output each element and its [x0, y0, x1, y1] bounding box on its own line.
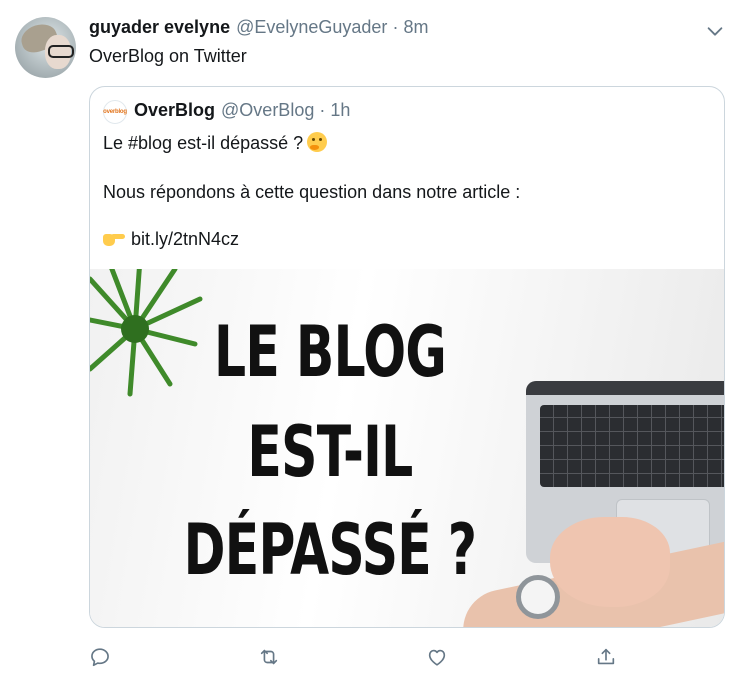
quoted-link[interactable]: bit.ly/2tnN4cz	[131, 229, 239, 249]
tweet-timestamp[interactable]: 8m	[403, 17, 428, 38]
author-name[interactable]: guyader evelyne	[89, 17, 230, 38]
pointing-right-emoji	[103, 231, 125, 247]
hands-illustration	[550, 517, 670, 607]
watch-illustration	[516, 575, 560, 619]
separator-dot: ·	[392, 17, 399, 37]
image-headline-line3: DÉPASSÉ ?	[183, 509, 477, 591]
chevron-down-icon[interactable]	[704, 20, 726, 42]
thinking-face-emoji	[307, 132, 328, 152]
author-handle[interactable]: @EvelyneGuyader	[236, 17, 387, 38]
retweet-icon[interactable]	[258, 646, 282, 670]
tweet-header: guyader evelyne @EvelyneGuyader · 8m	[89, 17, 428, 41]
image-headline-line1: LE BLOG	[214, 311, 447, 393]
tweet[interactable]: guyader evelyne @EvelyneGuyader · 8m Ove…	[0, 0, 741, 683]
quoted-author-avatar[interactable]: overblog	[103, 100, 127, 124]
tweet-actions	[89, 646, 649, 670]
tweet-text: OverBlog on Twitter	[89, 46, 247, 66]
author-avatar[interactable]	[15, 17, 76, 78]
share-icon[interactable]	[595, 646, 619, 670]
quoted-author-handle[interactable]: @OverBlog	[221, 100, 314, 121]
reply-icon[interactable]	[89, 646, 113, 670]
quoted-link-line: bit.ly/2tnN4cz	[103, 227, 239, 251]
quoted-tweet[interactable]: overblog OverBlog @OverBlog · 1h Le #blo…	[89, 86, 725, 628]
quoted-text-line1: Le #blog est-il dépassé ?	[103, 131, 328, 155]
quoted-text-line2: Nous répondons à cette question dans not…	[103, 182, 521, 202]
avatar-glasses	[48, 45, 74, 58]
quoted-tweet-header: OverBlog @OverBlog · 1h	[134, 100, 350, 121]
quoted-text: Le #blog est-il dépassé ?	[103, 133, 304, 153]
image-headline-line2: EST-IL	[247, 411, 413, 493]
quoted-timestamp[interactable]: 1h	[330, 100, 350, 121]
quoted-author-name[interactable]: OverBlog	[134, 100, 215, 121]
like-icon[interactable]	[426, 646, 450, 670]
separator-dot: ·	[319, 100, 326, 120]
quoted-tweet-image[interactable]: LE BLOG EST-IL DÉPASSÉ ?	[90, 269, 724, 627]
